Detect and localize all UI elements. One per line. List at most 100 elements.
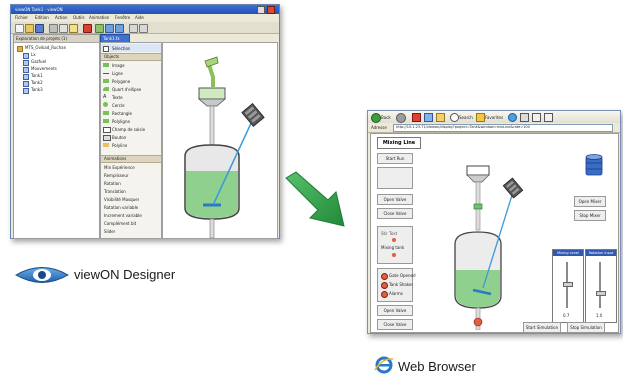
minimize-button[interactable] [257,6,265,14]
print-icon[interactable] [544,113,553,122]
palette-item[interactable]: Bouton [101,133,161,141]
copy-icon[interactable] [59,24,68,33]
menu-window[interactable]: Fenêtre [115,15,130,20]
palette-item[interactable]: Translation [101,187,161,195]
palette-item[interactable]: Polyligne [101,117,161,125]
rotation-input-slider[interactable]: Rotation Input 1.0 [585,249,617,323]
mail-icon[interactable] [532,113,541,122]
tree-item[interactable]: Mouvements [14,66,99,73]
palette-item[interactable]: Slider [101,227,161,235]
palette-item[interactable]: Ligne [101,69,161,77]
media-icon[interactable] [508,113,517,122]
palette-item[interactable]: Complément bit [101,219,161,227]
close-valve-button[interactable]: Close Valve [377,208,413,219]
tree-item-root[interactable]: MTS_Ovikad_Ruchan [14,45,99,52]
indicator-label: Gate Opened [389,273,416,278]
zoom-out-icon[interactable] [115,24,124,33]
align-icon[interactable] [129,24,138,33]
menu-animation[interactable]: Animation [89,15,109,20]
slider-thumb[interactable] [563,281,573,287]
history-icon[interactable] [520,113,529,122]
grid-icon[interactable] [139,24,148,33]
menu-edit[interactable]: Edition [35,15,49,20]
close-valve-button-2[interactable]: Close Valve [377,319,413,330]
search-label: Search [459,115,473,120]
palette-item[interactable]: Rotation variable [101,203,161,211]
palette-item[interactable]: Rectangle [101,109,161,117]
menu-tools[interactable]: Outils [73,15,85,20]
designer-caption: viewON Designer [74,267,176,282]
delete-icon[interactable] [83,24,92,33]
palette-item-label: Rotation variable [104,205,139,210]
status-led-icon [392,238,396,242]
refresh-icon[interactable] [424,113,433,122]
polyline-icon [103,119,109,123]
palette-group-animations[interactable]: Animations [101,155,161,163]
tree-item[interactable]: Tank3 [14,87,99,94]
palette-item-label: Texte [112,95,123,100]
home-icon[interactable] [436,113,445,122]
menu-action[interactable]: Action [55,15,68,20]
tab-label: Tank1.fx [103,36,120,41]
stop-simulation-button[interactable]: Stop Simulation [567,322,605,333]
cut-icon[interactable] [49,24,58,33]
slider-track [599,262,601,308]
palette-item[interactable]: Cercle [101,101,161,109]
palette-item[interactable]: Quart d'ellipse [101,85,161,93]
start-run-button[interactable]: Start Run [377,153,413,164]
palette-item[interactable]: Visibilité Masquer [101,195,161,203]
tank-drawing [184,56,265,238]
palette-item[interactable]: Champ de saisie [101,125,161,133]
palette-item[interactable]: Polyline [101,141,161,149]
tree-item[interactable]: Lx [14,52,99,59]
search-icon[interactable] [450,113,459,122]
palette-item-label: Sélection [112,46,131,51]
menu-file[interactable]: Fichier [15,15,28,20]
palette-select[interactable]: Sélection [101,44,161,52]
palette-item-label: Slider [104,229,116,234]
zoom-icon[interactable] [105,24,114,33]
palette-item[interactable]: Image [101,61,161,69]
palette-group-objects[interactable]: Objects [101,53,161,61]
designer-title: viewON Tank1 - viewON [15,7,63,12]
slider-thumb[interactable] [596,290,606,296]
menu-help[interactable]: Aide [135,15,144,20]
palette-item[interactable]: Rotation [101,179,161,187]
palette-item-label: Champ de saisie [112,127,146,132]
stop-mixer-button[interactable]: Stop Mixer [574,210,606,221]
new-file-icon[interactable] [15,24,24,33]
mixing-level-slider[interactable]: Mixing Level 0.7 [552,249,584,323]
palette-item-label: Visibilité Masquer [104,197,140,202]
tree-item-label: Tank1 [31,73,43,78]
tree-item[interactable]: Gazfuel [14,59,99,66]
tree-item[interactable]: Tank2 [14,80,99,87]
favorites-icon[interactable] [476,113,485,122]
palette-item[interactable]: Min Expérience [101,163,161,171]
back-icon[interactable] [371,113,381,123]
start-simulation-button[interactable]: Start Simulation [523,322,561,333]
palette-item[interactable]: A Texte [101,93,161,101]
open-valve-button[interactable]: Open Valve [377,194,413,205]
address-input[interactable]: http://10.1.23.71/viewon/display?project… [393,124,613,132]
design-canvas[interactable] [162,42,278,239]
quarter-ellipse-icon [103,87,109,91]
palette-item-label: Complément bit [104,221,137,226]
paste-icon[interactable] [69,24,78,33]
stop-icon[interactable] [412,113,421,122]
open-valve-button-2[interactable]: Open Valve [377,305,413,316]
close-button[interactable] [267,6,275,14]
designer-menu-bar: Fichier Edition Action Outils Animation … [11,14,279,22]
forward-icon[interactable] [396,113,406,123]
palette-item[interactable]: Polygone [101,77,161,85]
open-mixer-button[interactable]: Open Mixer [574,196,606,207]
palette-item[interactable]: Remplisseur [101,171,161,179]
open-folder-icon[interactable] [25,24,34,33]
indicator-led-icon [381,282,388,289]
address-label: Adresse [371,125,387,130]
browser-window: Back Search Favorites Adresse http://10.… [367,110,621,334]
tree-item[interactable]: Tank1 [14,73,99,80]
run-icon[interactable] [95,24,104,33]
save-icon[interactable] [35,24,44,33]
palette-item[interactable]: Increment variable [101,211,161,219]
slider-value: 0.7 [563,313,570,318]
